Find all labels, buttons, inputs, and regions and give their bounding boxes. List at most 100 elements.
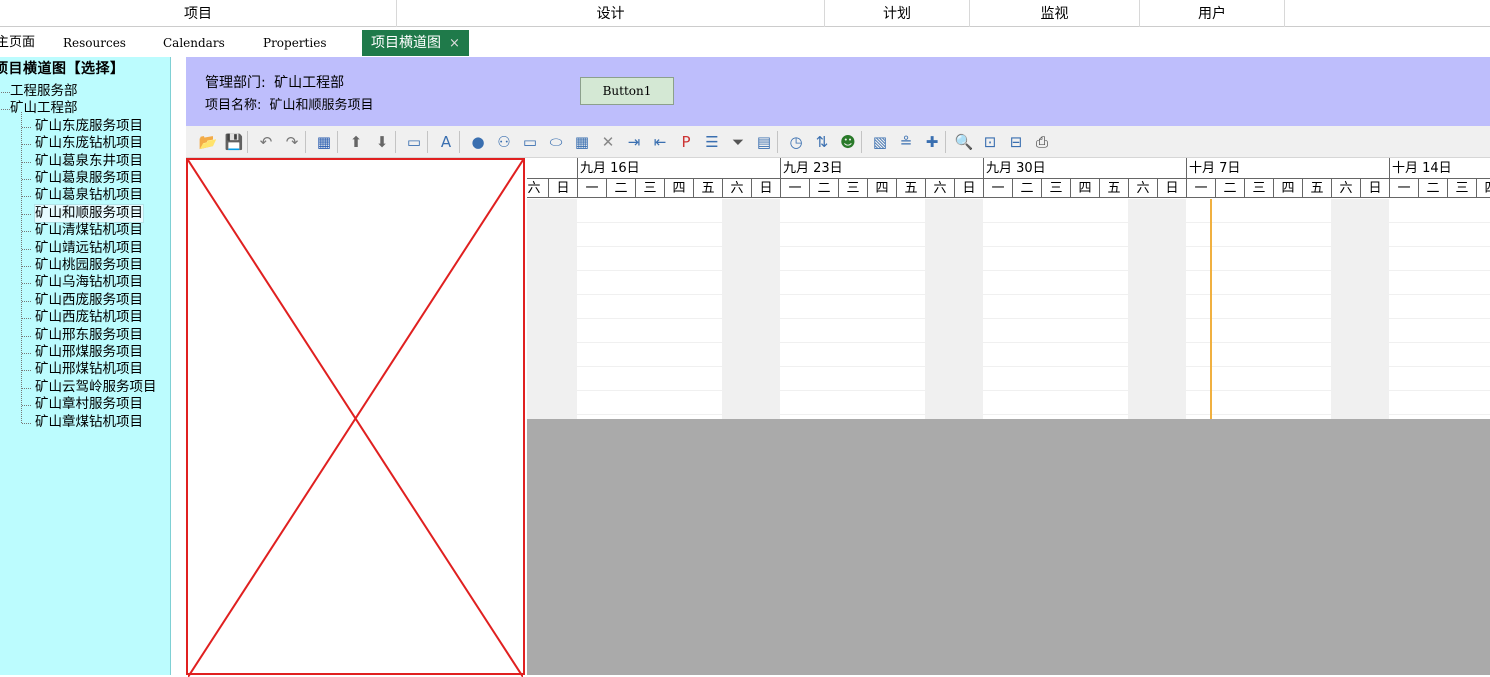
tree-item[interactable]: 矿山桃园服务项目 [35,257,143,274]
tree-connector [22,283,31,285]
menu-project[interactable]: 项目 [0,0,397,27]
tree-root-node[interactable]: 工程服务部 [10,83,78,100]
schedule-icon[interactable]: ◷ [786,132,806,152]
weekend-column [527,199,548,419]
close-icon[interactable]: × [449,36,460,51]
menu-monitor[interactable]: 监视 [970,0,1140,27]
delete-icon[interactable]: ✕ [598,132,618,152]
move-up-icon[interactable]: ⬆ [346,132,366,152]
tree-item[interactable]: 矿山云驾岭服务项目 [35,379,157,396]
menu-plan[interactable]: 计划 [825,0,970,27]
move-down-icon[interactable]: ⬇ [372,132,392,152]
tab-calendars[interactable]: Calendars [157,30,231,56]
undo-icon[interactable]: ↶ [256,132,276,152]
tree-connector [22,300,31,302]
day-header: 二 [809,178,838,198]
add-task-icon[interactable]: ● [468,132,488,152]
tab-resources[interactable]: Resources [57,30,132,56]
zoom-out-icon[interactable]: ⊟ [1006,132,1026,152]
week-header: 九月 16日 [577,158,780,178]
tab-home[interactable]: 主页面 [0,30,41,56]
tree-connector [21,111,22,423]
print-icon[interactable]: ⎙ [1032,132,1052,152]
day-header: 二 [1215,178,1244,198]
tree-item[interactable]: 矿山东庞钻机项目 [35,135,143,152]
tab-properties[interactable]: Properties [257,30,332,56]
indent-icon[interactable]: ⇥ [624,132,644,152]
users-icon[interactable]: ☻ [838,132,858,152]
tree-item[interactable]: 矿山和顺服务项目 [34,203,144,223]
day-header: 四 [664,178,693,198]
redo-icon[interactable]: ↷ [282,132,302,152]
open-folder-icon[interactable]: 📂 [198,132,218,152]
tree-connector [22,144,31,146]
tree-connector [22,405,31,407]
toolbar-separator [777,131,778,153]
menu-user[interactable]: 用户 [1140,0,1285,27]
tree-connector [22,179,31,180]
table-view-icon[interactable]: ▤ [754,132,774,152]
tree-item[interactable]: 矿山葛泉钻机项目 [35,187,143,204]
tree-item[interactable]: 矿山章煤钻机项目 [35,414,143,431]
grid-icon[interactable]: ▦ [314,132,334,152]
day-header: 三 [1041,178,1070,198]
day-header: 日 [1157,178,1186,198]
binoculars-icon[interactable]: ⚇ [494,132,514,152]
weekend-column [1128,199,1157,419]
pm-icon[interactable]: P [676,132,696,152]
tree-connector [22,370,31,372]
tree-connector [22,161,31,163]
tree-connector [22,387,31,389]
zoom-fit-icon[interactable]: ⊡ [980,132,1000,152]
tree-connector [22,422,31,424]
tree-item[interactable]: 矿山邢煤钻机项目 [35,361,143,378]
zoom-icon[interactable]: 🔍 [954,132,974,152]
menu-design[interactable]: 设计 [397,0,825,27]
button1[interactable]: Button1 [580,77,674,105]
day-header: 四 [1070,178,1099,198]
tree-item[interactable]: 矿山东庞服务项目 [35,118,143,135]
weekend-column [751,199,780,419]
resource-icon[interactable]: ⇅ [812,132,832,152]
level-icon[interactable]: ≗ [896,132,916,152]
filter-icon[interactable]: ⏷ [728,132,748,152]
tree-item[interactable]: 矿山西庞服务项目 [35,292,143,309]
day-header: 一 [577,178,606,198]
tab-gantt[interactable]: 项目横道图 × [362,30,469,56]
weekend-column [1157,199,1186,419]
project-tree: 项目横道图【选择】 工程服务部 矿山工程部 矿山东庞服务项目 矿山东庞钻机项目 矿山葛泉… [0,57,171,675]
tree-connector [22,126,31,128]
gantt-chart[interactable]: 九月 16日 九月 23日 九月 30日 十月 7日 十月 14日六日一二三四五六日一二… [527,158,1490,419]
form-icon[interactable]: ▭ [404,132,424,152]
font-icon[interactable]: A [436,132,456,152]
tree-item[interactable]: 矿山清煤钻机项目 [35,222,143,239]
outdent-icon[interactable]: ⇤ [650,132,670,152]
gantt-row-line [527,246,1490,247]
tree-item[interactable]: 矿山邢煤服务项目 [35,344,143,361]
tree-item[interactable]: 矿山乌海钻机项目 [35,274,143,291]
day-header: 三 [838,178,867,198]
toolbar-separator [427,131,428,153]
rectangle-icon[interactable]: ▭ [520,132,540,152]
tree-item[interactable]: 矿山葛泉服务项目 [35,170,143,187]
tree-item[interactable]: 矿山邢东服务项目 [35,327,143,344]
week-header: 九月 30日 [983,158,1186,178]
tree-item[interactable]: 矿山靖远钻机项目 [35,240,143,257]
report-icon[interactable]: ▧ [870,132,890,152]
toolbar-separator [861,131,862,153]
link-icon[interactable]: ⬭ [546,132,566,152]
day-header: 六 [527,178,548,198]
project-value: 矿山和顺服务项目 [269,98,374,113]
day-header: 三 [1447,178,1476,198]
tree-item[interactable]: 矿山西庞钻机项目 [35,309,143,326]
pin-icon[interactable]: ✚ [922,132,942,152]
tree-connector [1,92,10,93]
save-icon[interactable]: 💾 [224,132,244,152]
day-header: 四 [1476,178,1490,198]
tree-connector [22,213,31,215]
gantt-row-line [527,318,1490,319]
layout-icon[interactable]: ☰ [702,132,722,152]
tree-item[interactable]: 矿山葛泉东井项目 [35,153,143,170]
tree-item[interactable]: 矿山章村服务项目 [35,396,143,413]
calendar-icon[interactable]: ▦ [572,132,592,152]
